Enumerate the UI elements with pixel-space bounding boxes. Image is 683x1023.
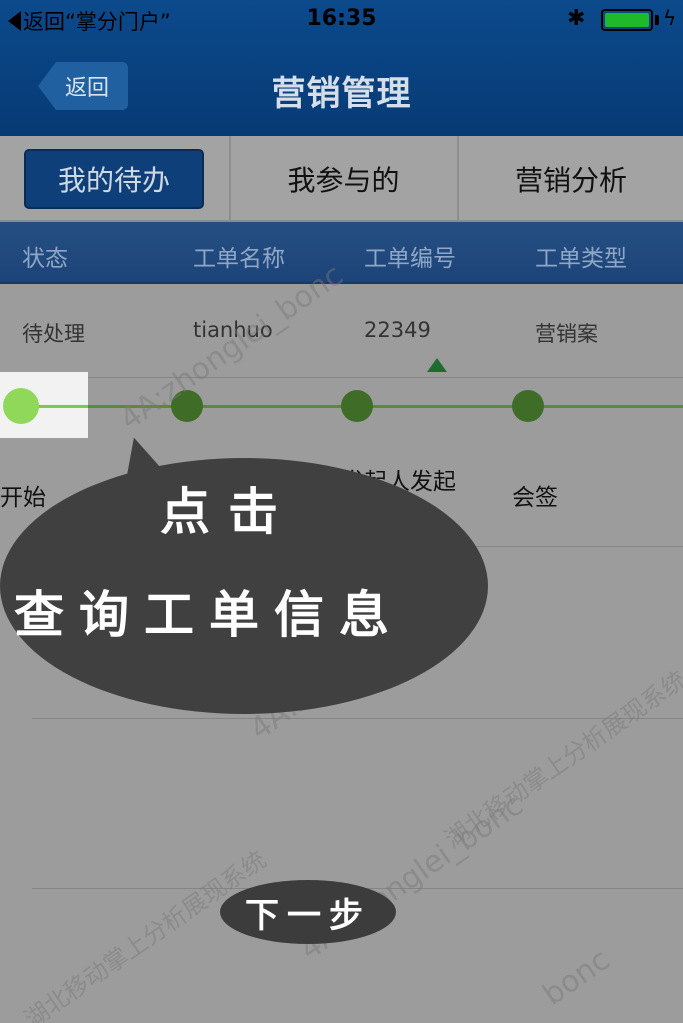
- tab-my-todo-label: 我的待办: [24, 149, 204, 209]
- divider: [32, 377, 683, 378]
- charging-icon: ϟ: [663, 6, 677, 30]
- step-dot: [341, 390, 373, 422]
- next-step-button[interactable]: 下一步: [220, 880, 396, 944]
- tip-line-2: 查询工单信息: [14, 586, 404, 644]
- watermark-text: 4A:zhonglei_bonc: [113, 257, 350, 438]
- watermark-text: 湖北移动掌上分析展现系统: [19, 845, 272, 1023]
- step-label-start: 开始: [0, 485, 46, 511]
- table-header: 状态 工单名称 工单编号 工单类型: [0, 222, 683, 284]
- tab-participated[interactable]: 我参与的: [229, 136, 456, 222]
- divider: [32, 718, 683, 719]
- cell-order-type: 营销案: [535, 322, 598, 346]
- watermark-text: bonc: [536, 942, 617, 1013]
- col-order-number: 工单编号: [364, 246, 456, 272]
- bluetooth-icon: ✱: [567, 6, 586, 31]
- step-label-countersign: 会签: [512, 485, 558, 511]
- tab-my-todo[interactable]: 我的待办: [0, 136, 228, 222]
- col-order-name: 工单名称: [193, 246, 285, 272]
- cell-status: 待处理: [22, 322, 85, 346]
- top-bar: 返回“掌分门户” 16:35 ✱ ϟ 返回 营销管理: [0, 0, 683, 136]
- cell-order-name: tianhuo: [193, 318, 273, 342]
- page-title: 营销管理: [271, 74, 412, 114]
- col-order-type: 工单类型: [535, 246, 627, 272]
- step-dot: [171, 390, 203, 422]
- status-bar: 返回“掌分门户” 16:35 ✱ ϟ: [0, 0, 683, 40]
- tip-line-1: 点击: [160, 483, 296, 541]
- segment-bar: 我的待办 我参与的 营销分析: [0, 136, 683, 222]
- step-dot-start: [3, 388, 39, 424]
- cell-order-number: 22349: [364, 318, 431, 342]
- watermark-text: 湖北移动掌上分析展现系统: [439, 665, 683, 854]
- tab-marketing-analysis[interactable]: 营销分析: [457, 136, 683, 222]
- battery-icon: [601, 9, 653, 31]
- col-status: 状态: [22, 246, 68, 272]
- battery-tip: [655, 15, 659, 25]
- expand-indicator-icon: [427, 358, 447, 372]
- step-dot: [512, 390, 544, 422]
